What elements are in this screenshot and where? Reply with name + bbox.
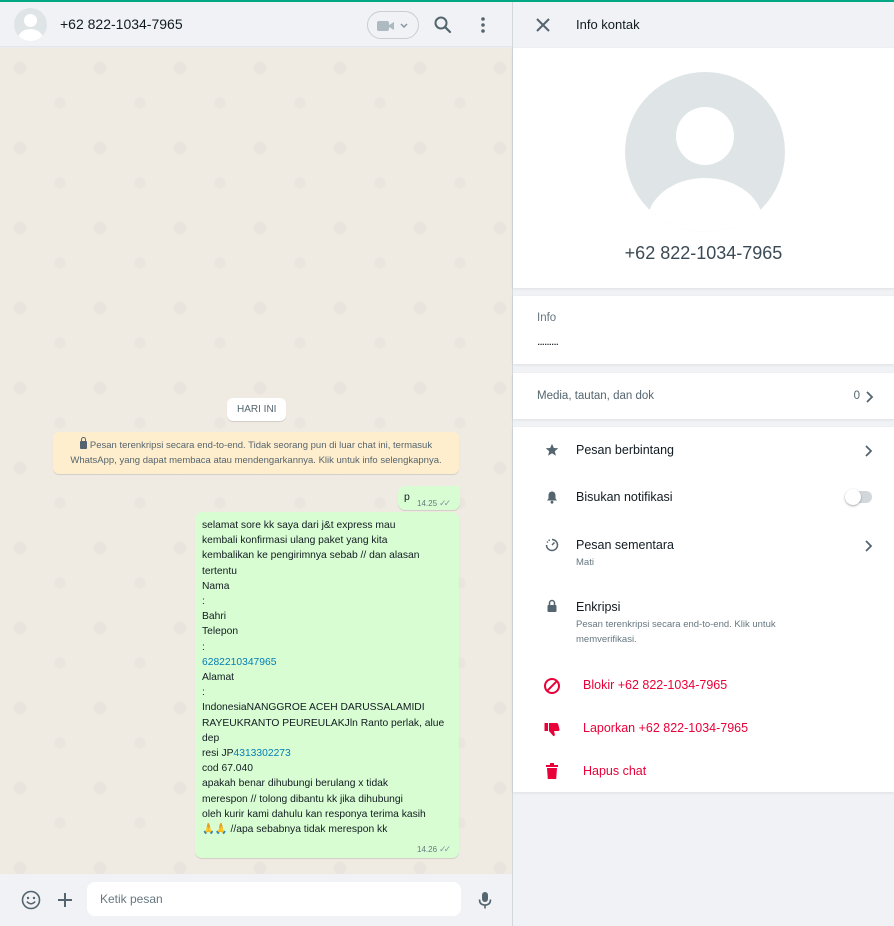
message-line: tertentu <box>202 565 237 577</box>
message-line: IndonesiaNANGGROE ACEH DARUSSALAMIDI <box>202 702 425 714</box>
message-line: 🙏🙏 //apa sebabnya tidak merespon kk <box>202 824 388 836</box>
star-icon <box>545 443 559 456</box>
message-line: cod 67.040 <box>202 763 253 775</box>
message-line: RAYEUKRANTO PEUREULAKJln Ranto perlak, a… <box>202 717 445 729</box>
contact-avatar[interactable] <box>14 8 47 41</box>
message-time: 14.26 <box>417 845 438 854</box>
delete-chat-label: Hapus chat <box>583 764 647 778</box>
message-meta: 14.25 ✓✓ <box>417 498 451 509</box>
close-icon[interactable] <box>533 15 553 35</box>
encryption-label: Enkripsi <box>576 600 621 614</box>
message-line: kembali konfirmasi ulang paket yang kita <box>202 535 388 547</box>
thumbs-down-icon <box>544 723 560 737</box>
mute-toggle[interactable] <box>845 489 872 505</box>
mute-label: Bisukan notifikasi <box>576 490 673 504</box>
message-line: Alamat <box>202 672 235 684</box>
info-title: Info kontak <box>576 17 640 32</box>
message-time: 14.25 <box>417 499 438 508</box>
lock-icon <box>79 437 87 449</box>
search-icon[interactable] <box>433 15 453 35</box>
video-call-button[interactable] <box>367 11 419 39</box>
profile-card: +62 822-1034-7965 <box>513 48 894 288</box>
starred-label: Pesan berbintang <box>576 443 674 457</box>
message-input[interactable] <box>100 882 450 916</box>
message-list[interactable]: HARI INI Pesan terenkripsi secara end-to… <box>0 48 512 874</box>
block-icon <box>544 678 560 694</box>
info-header: Info kontak <box>513 2 894 47</box>
lock-icon <box>547 599 557 612</box>
attach-plus-icon[interactable] <box>55 890 75 910</box>
message-line: Bahri <box>202 611 227 623</box>
trash-icon <box>546 763 558 779</box>
video-camera-icon <box>377 21 408 31</box>
read-ticks-icon: ✓✓ <box>439 498 451 508</box>
about-card: Info ......... <box>513 296 894 364</box>
message-line: Nama <box>202 580 230 592</box>
message-line: Telepon <box>202 626 239 638</box>
read-ticks-icon: ✓✓ <box>439 844 451 854</box>
message-fragment: resi JP <box>202 748 234 760</box>
about-label: Info <box>537 312 557 324</box>
block-label: Blokir +62 822-1034-7965 <box>583 678 728 692</box>
message-line: resi JP4313302273 <box>202 746 454 761</box>
message-bubble-outgoing[interactable]: p 14.25 ✓✓ <box>398 486 460 510</box>
date-divider: HARI INI <box>227 398 287 421</box>
profile-photo[interactable] <box>625 72 785 232</box>
message-line: : <box>202 596 205 608</box>
profile-name: +62 822-1034-7965 <box>624 243 783 263</box>
message-bubble-outgoing[interactable]: selamat sore kk saya dari j&t express ma… <box>195 512 459 858</box>
timer-icon <box>545 538 559 552</box>
phone-link[interactable]: 6282210347965 <box>202 655 454 670</box>
bell-icon <box>547 491 557 504</box>
message-composer <box>0 874 512 926</box>
chevron-right-icon <box>866 391 874 403</box>
chat-header[interactable]: +62 822-1034-7965 <box>0 2 512 47</box>
encryption-notice-text: Pesan terenkripsi secara end-to-end. Tid… <box>70 440 442 466</box>
message-line: : <box>202 641 205 653</box>
message-line: kembalikan ke pengirimnya sebab // dan a… <box>202 550 420 562</box>
menu-kebab-icon[interactable] <box>473 15 493 35</box>
chat-pane: +62 822-1034-7965 HARI INI Pesan terenkr… <box>0 2 513 926</box>
media-count: 0 <box>853 390 860 402</box>
message-line: oleh kurir kami dahulu kan responya teri… <box>202 808 426 820</box>
chevron-right-icon <box>865 540 873 552</box>
disappearing-value: Mati <box>576 557 594 568</box>
encryption-notice[interactable]: Pesan terenkripsi secara end-to-end. Tid… <box>53 432 459 474</box>
message-line: selamat sore kk saya dari j&t express ma… <box>202 520 396 531</box>
message-line: merespon // tolong dibantu kk jika dihub… <box>202 793 403 805</box>
media-links-docs-row[interactable]: Media, tautan, dan dok 0 <box>513 373 894 419</box>
chat-contact-name[interactable]: +62 822-1034-7965 <box>60 16 183 32</box>
message-text: p <box>404 491 410 503</box>
report-label: Laporkan +62 822-1034-7965 <box>583 721 749 735</box>
message-meta: 14.26 ✓✓ <box>417 844 451 855</box>
media-label: Media, tautan, dan dok <box>537 390 654 402</box>
microphone-icon[interactable] <box>475 890 495 910</box>
message-line: apakah benar dihubungi berulang x tidak <box>202 778 389 790</box>
message-text: selamat sore kk saya dari j&t express ma… <box>202 518 454 837</box>
encryption-description: Pesan terenkripsi secara end-to-end. Kli… <box>576 619 776 645</box>
actions-card: Pesan berbintang Bisukan notifikasi Pesa… <box>513 427 894 792</box>
about-value: ......... <box>537 334 559 348</box>
disappearing-label: Pesan sementara <box>576 538 674 552</box>
emoji-icon[interactable] <box>21 890 41 910</box>
message-input-wrapper[interactable] <box>87 882 461 916</box>
contact-info-panel: Info kontak +62 822-1034-7965 Info .....… <box>513 2 894 926</box>
chevron-right-icon <box>865 445 873 457</box>
message-line: dep <box>202 732 220 744</box>
message-line: : <box>202 687 205 699</box>
tracking-number-link[interactable]: 4313302273 <box>233 748 290 759</box>
